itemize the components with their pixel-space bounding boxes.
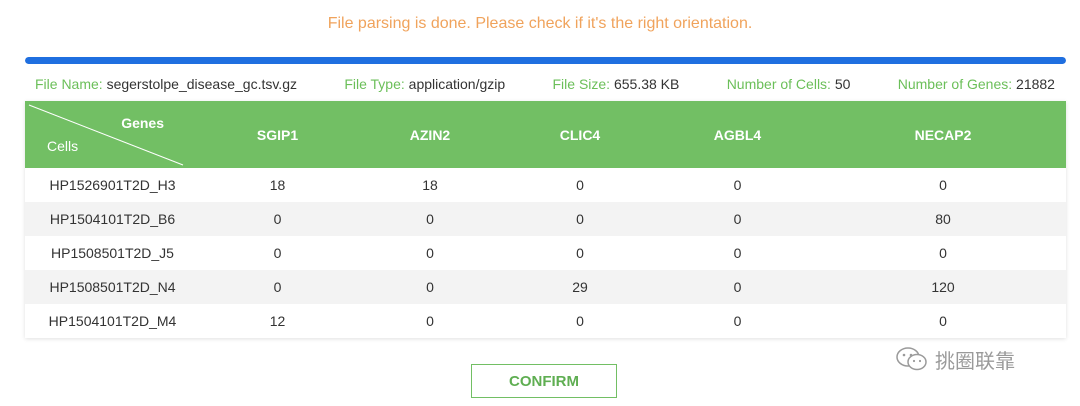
- column-header: AZIN2: [409, 126, 451, 143]
- watermark-text: 挑圈联靠: [935, 348, 1015, 373]
- gene-count-value: 21882: [1016, 76, 1055, 92]
- table-header-row: Genes Cells SGIP1 AZIN2 CLIC4 AGBL4 NECA…: [25, 101, 1066, 168]
- table-cell: 0: [733, 313, 742, 329]
- gene-count-label: Number of Genes:: [897, 76, 1013, 92]
- table-cell: 29: [572, 279, 588, 295]
- preview-table-container: Genes Cells SGIP1 AZIN2 CLIC4 AGBL4 NECA…: [25, 101, 1066, 338]
- column-header: NECAP2: [914, 126, 972, 143]
- table-cell: 0: [576, 177, 584, 193]
- table-cell: 0: [273, 279, 282, 295]
- table-cell: 0: [576, 245, 584, 261]
- gene-count-info: Number of Genes: 21882: [898, 76, 1055, 94]
- progress-fill: [25, 57, 1066, 64]
- row-cell-id: HP1504101T2D_M4: [48, 313, 177, 329]
- file-name-value: segerstolpe_disease_gc.tsv.gz: [106, 76, 297, 92]
- row-cell-id: HP1504101T2D_B6: [49, 211, 176, 227]
- table-row: HP1526901T2D_H3 18 18 0 0 0: [25, 168, 1066, 202]
- table-cell: 0: [426, 313, 434, 329]
- watermark: 挑圈联靠: [895, 343, 1015, 375]
- row-cell-id: HP1508501T2D_J5: [51, 245, 174, 261]
- table-cell: 0: [939, 313, 947, 329]
- column-header: AGBL4: [713, 126, 762, 143]
- table-row: HP1508501T2D_J5 0 0 0 0 0: [25, 236, 1066, 270]
- preview-table: Genes Cells SGIP1 AZIN2 CLIC4 AGBL4 NECA…: [25, 101, 1066, 338]
- row-cell-id: HP1526901T2D_H3: [49, 177, 176, 193]
- corner-cells-label: Cells: [47, 138, 79, 154]
- cell-count-label: Number of Cells:: [726, 76, 831, 92]
- table-cell: 120: [931, 279, 955, 295]
- progress-bar: [25, 57, 1066, 64]
- table-cell: 18: [422, 177, 438, 193]
- table-cell: 0: [733, 211, 742, 227]
- file-size-label: File Size:: [552, 76, 611, 92]
- table-cell: 0: [939, 177, 947, 193]
- row-cell-id: HP1508501T2D_N4: [49, 279, 176, 295]
- table-cell: 18: [269, 177, 286, 193]
- file-name-label: File Name:: [35, 76, 103, 92]
- corner-genes-label: Genes: [121, 115, 164, 131]
- corner-header: Genes Cells: [25, 101, 200, 168]
- table-cell: 0: [576, 211, 584, 227]
- file-type-info: File Type: application/gzip: [344, 76, 505, 94]
- table-cell: 0: [273, 211, 282, 227]
- confirm-button[interactable]: CONFIRM: [471, 364, 617, 398]
- file-type-label: File Type:: [344, 76, 405, 92]
- file-size-value: 655.38 KB: [613, 76, 680, 92]
- table-cell: 0: [733, 245, 742, 261]
- column-header: CLIC4: [559, 126, 601, 143]
- wechat-icon: [896, 347, 927, 371]
- table-row: HP1504101T2D_M4 12 0 0 0 0: [25, 304, 1066, 338]
- column-header: SGIP1: [256, 126, 299, 143]
- cell-count-info: Number of Cells: 50: [727, 76, 851, 94]
- table-cell: 12: [269, 313, 286, 329]
- table-cell: 0: [426, 245, 434, 261]
- table-cell: 0: [273, 245, 282, 261]
- file-name-info: File Name: segerstolpe_disease_gc.tsv.gz: [35, 76, 297, 94]
- file-size-info: File Size: 655.38 KB: [553, 76, 680, 94]
- table-cell: 0: [733, 177, 742, 193]
- table-cell: 0: [576, 313, 584, 329]
- status-message: File parsing is done. Please check if it…: [327, 15, 753, 32]
- table-cell: 0: [733, 279, 742, 295]
- table-cell: 0: [939, 245, 947, 261]
- table-cell: 0: [426, 211, 434, 227]
- file-info-bar: File Name: segerstolpe_disease_gc.tsv.gz…: [35, 76, 1055, 94]
- table-row: HP1508501T2D_N4 0 0 29 0 120: [25, 270, 1066, 304]
- cell-count-value: 50: [834, 76, 851, 92]
- file-type-value: application/gzip: [408, 76, 506, 92]
- table-row: HP1504101T2D_B6 0 0 0 0 80: [25, 202, 1066, 236]
- table-cell: 80: [935, 211, 951, 227]
- table-cell: 0: [426, 279, 434, 295]
- diagonal-divider: [28, 104, 184, 166]
